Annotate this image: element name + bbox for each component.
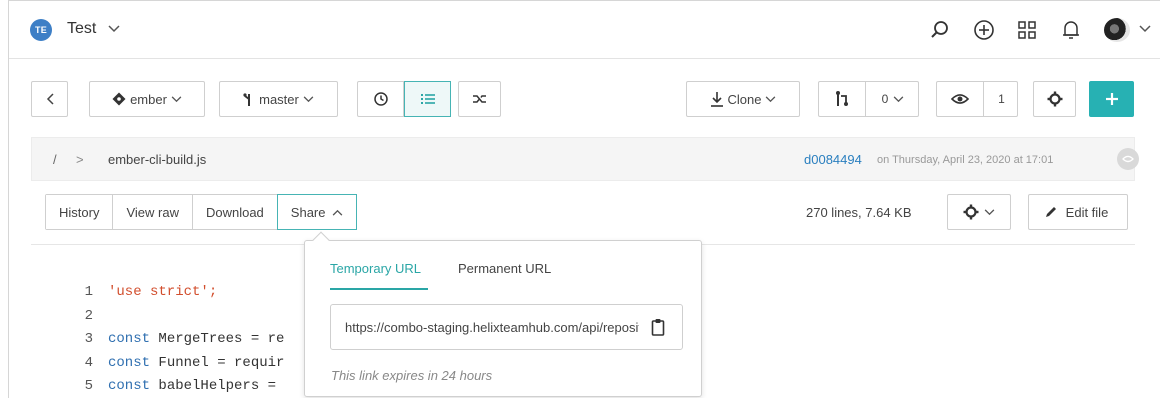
branch-icon (243, 93, 251, 106)
watch-button[interactable]: 1 (936, 81, 1018, 117)
line-code: const Funnel = requir (108, 355, 284, 371)
history-icon (373, 92, 388, 106)
code-text: babelHelpers = (150, 378, 285, 394)
file-settings-button[interactable] (947, 194, 1011, 230)
history-button[interactable]: History (46, 195, 114, 229)
breadcrumb-file: ember-cli-build.js (108, 152, 207, 167)
compare-button[interactable] (458, 81, 501, 117)
tab-permanent-url[interactable]: Permanent URL (458, 261, 551, 276)
code-text: Funnel = requir (150, 354, 285, 371)
code-keyword: const (108, 378, 151, 394)
workspace-name[interactable]: Test (67, 20, 96, 38)
breadcrumb-root[interactable]: / (53, 152, 57, 167)
share-url-value[interactable]: https://combo-staging.helixteamhub.com/a… (345, 320, 639, 335)
line-code: const babelHelpers = (108, 378, 284, 394)
apps-grid-icon[interactable] (1015, 18, 1039, 42)
pencil-icon (1045, 207, 1056, 217)
pull-requests-button[interactable]: 0 (818, 81, 919, 117)
tab-temporary-url[interactable]: Temporary URL (330, 261, 421, 276)
repository-icon (112, 92, 126, 106)
edit-file-label: Edit file (1065, 204, 1109, 220)
chevron-down-icon (984, 208, 995, 215)
chevron-up-icon (332, 209, 342, 216)
add-button[interactable] (1089, 81, 1134, 117)
file-stats: 270 lines, 7.64 KB (806, 205, 912, 220)
eye-icon (951, 94, 969, 104)
list-icon (420, 94, 435, 104)
clone-label: Clone (727, 91, 762, 107)
eye-icon (1122, 155, 1134, 163)
top-header: TE Test (9, 1, 1160, 59)
bell-icon[interactable] (1059, 18, 1083, 42)
code-keyword: const (108, 354, 151, 371)
pull-requests-count-cell: 0 (866, 82, 920, 116)
chevron-down-icon[interactable] (1139, 25, 1151, 33)
watchers-count-cell: 1 (984, 82, 1019, 116)
breadcrumb: / > ember-cli-build.js d0084494 on Thurs… (31, 137, 1139, 181)
line-number: 3 (84, 331, 93, 347)
commit-date: on Thursday, April 23, 2020 at 17:01 (877, 154, 1054, 166)
compare-icon (472, 95, 486, 103)
list-view-button[interactable] (404, 81, 451, 117)
pull-requests-count: 0 (881, 92, 889, 106)
file-actions-group: History View raw Download Share (45, 194, 357, 230)
app-frame: TE Test ember master Clone 0 1 / > ember… (8, 0, 1160, 398)
back-button[interactable] (31, 81, 68, 117)
edit-file-button[interactable]: Edit file (1028, 194, 1128, 230)
share-url-field[interactable]: https://combo-staging.helixteamhub.com/a… (330, 304, 683, 350)
commit-author-avatar[interactable] (1117, 148, 1139, 170)
share-popover: Temporary URL Permanent URL https://comb… (304, 240, 702, 397)
repo-selector[interactable]: ember (89, 81, 205, 117)
watchers-count: 1 (998, 92, 1005, 106)
line-code: 'use strict'; (108, 284, 217, 300)
pull-request-icon (836, 91, 848, 106)
download-icon (710, 92, 723, 107)
chevron-down-icon (894, 95, 904, 102)
share-label: Share (290, 204, 326, 220)
repo-label: ember (130, 91, 167, 107)
view-mode-toggle (357, 81, 451, 117)
plus-icon (1105, 93, 1118, 105)
eye-icon-cell (937, 82, 983, 116)
line-number: 1 (84, 284, 93, 300)
clone-button[interactable]: Clone (686, 81, 800, 117)
download-button[interactable]: Download (192, 195, 278, 229)
add-circle-icon[interactable] (972, 18, 996, 42)
pull-request-icon-cell (819, 82, 865, 116)
chevron-down-icon (303, 95, 314, 102)
line-number: 2 (84, 307, 93, 324)
copy-url-button[interactable] (647, 316, 669, 338)
chevron-down-icon (766, 95, 776, 102)
chevron-left-icon (46, 93, 54, 105)
line-number: 4 (84, 354, 93, 371)
history-view-button[interactable] (358, 82, 403, 116)
link-expiry-note: This link expires in 24 hours (331, 368, 493, 383)
code-string: 'use strict'; (108, 284, 218, 300)
line-number: 5 (84, 378, 93, 394)
view-raw-button[interactable]: View raw (113, 195, 193, 229)
line-code: const MergeTrees = re (108, 331, 284, 347)
code-text: MergeTrees = re (150, 331, 285, 347)
repo-settings-button[interactable] (1033, 81, 1076, 117)
code-keyword: const (108, 331, 151, 347)
gear-icon (1047, 91, 1062, 107)
clipboard-icon (651, 319, 665, 336)
commit-hash-link[interactable]: d0084494 (804, 152, 862, 167)
user-avatar[interactable] (1104, 18, 1130, 42)
share-button[interactable]: Share (276, 194, 357, 230)
chevron-down-icon[interactable] (108, 25, 120, 33)
breadcrumb-separator: > (76, 152, 84, 167)
search-icon[interactable] (928, 18, 952, 42)
gear-icon (963, 204, 979, 220)
branch-label: master (259, 91, 299, 107)
workspace-avatar[interactable]: TE (30, 19, 52, 41)
branch-selector[interactable]: master (219, 81, 338, 117)
active-tab-indicator (330, 288, 428, 290)
chevron-down-icon (171, 95, 182, 102)
